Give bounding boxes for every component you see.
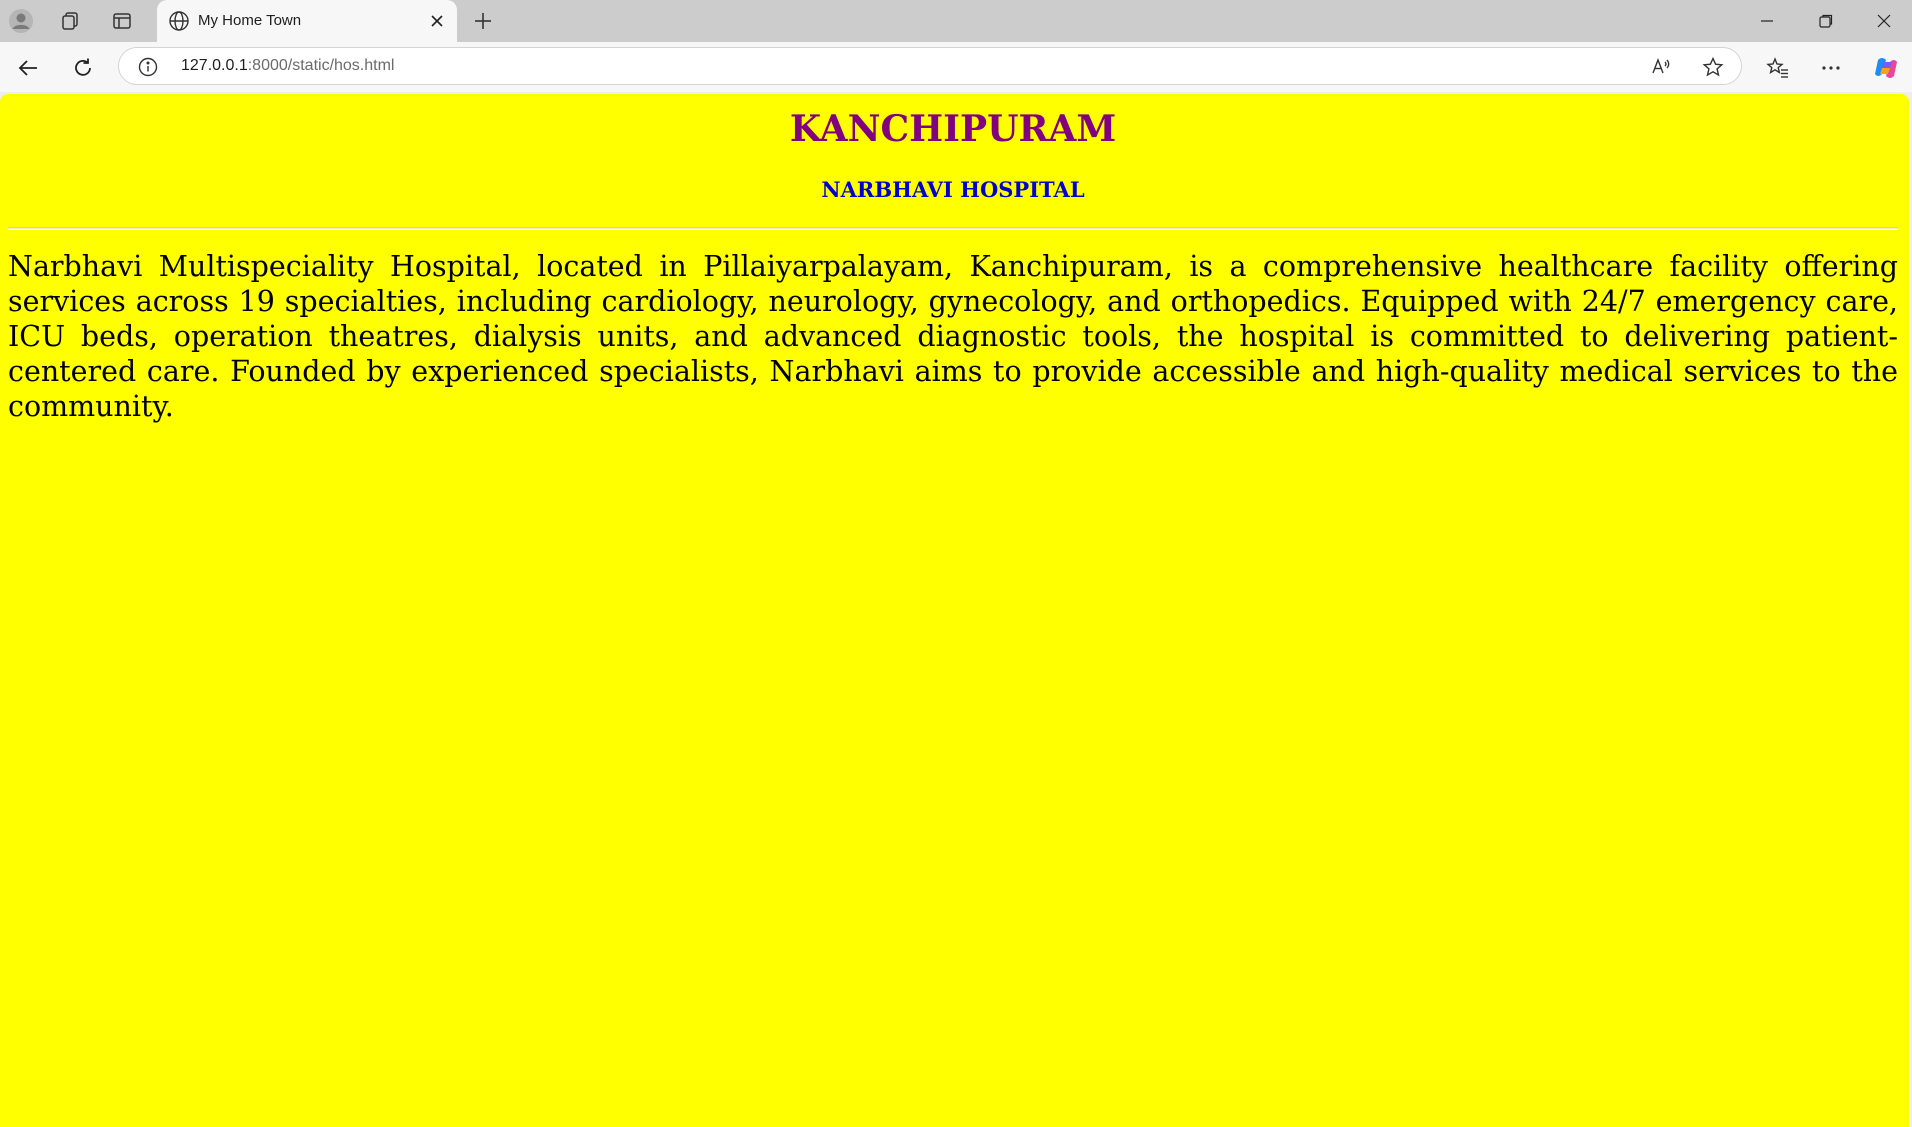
address-bar[interactable]: 127.0.0.1:8000/static/hos.html: [118, 47, 1742, 85]
active-tab[interactable]: My Home Town: [157, 0, 457, 42]
read-aloud-icon[interactable]: [1647, 53, 1675, 81]
page-title: KANCHIPURAM: [789, 108, 1117, 150]
description-paragraph: Narbhavi Multispeciality Hospital, locat…: [8, 250, 1898, 423]
copilot-icon[interactable]: [1868, 50, 1904, 86]
more-icon[interactable]: [1813, 50, 1849, 86]
url-text[interactable]: 127.0.0.1:8000/static/hos.html: [181, 57, 394, 75]
url-host: 127.0.0.1: [181, 57, 248, 74]
tab-title: My Home Town: [198, 12, 302, 29]
web-page: KANCHIPURAM NARBHAVI HOSPITAL Narbhavi M…: [0, 94, 1909, 1127]
restore-icon[interactable]: [1797, 0, 1855, 42]
close-window-icon[interactable]: [1855, 0, 1912, 42]
page-subtitle: NARBHAVI HOSPITAL: [821, 177, 1085, 202]
globe-icon: [167, 9, 191, 33]
tab-bar: My Home Town: [0, 0, 1912, 42]
star-icon[interactable]: [1699, 53, 1727, 81]
tab-actions-icon[interactable]: [107, 6, 137, 36]
profile-icon[interactable]: [6, 6, 36, 36]
close-tab-icon[interactable]: [425, 9, 449, 33]
page-viewport: KANCHIPURAM NARBHAVI HOSPITAL Narbhavi M…: [0, 92, 1912, 1127]
divider: [8, 227, 1898, 230]
refresh-icon[interactable]: [65, 50, 101, 86]
info-icon[interactable]: [137, 56, 159, 78]
browser-toolbar: 127.0.0.1:8000/static/hos.html: [0, 42, 1912, 92]
back-arrow-icon[interactable]: [10, 50, 46, 86]
favorites-icon[interactable]: [1760, 50, 1796, 86]
minimize-icon[interactable]: [1738, 0, 1796, 42]
url-path: :8000/static/hos.html: [247, 57, 395, 74]
plus-icon[interactable]: [468, 6, 498, 36]
workspaces-icon[interactable]: [55, 6, 85, 36]
